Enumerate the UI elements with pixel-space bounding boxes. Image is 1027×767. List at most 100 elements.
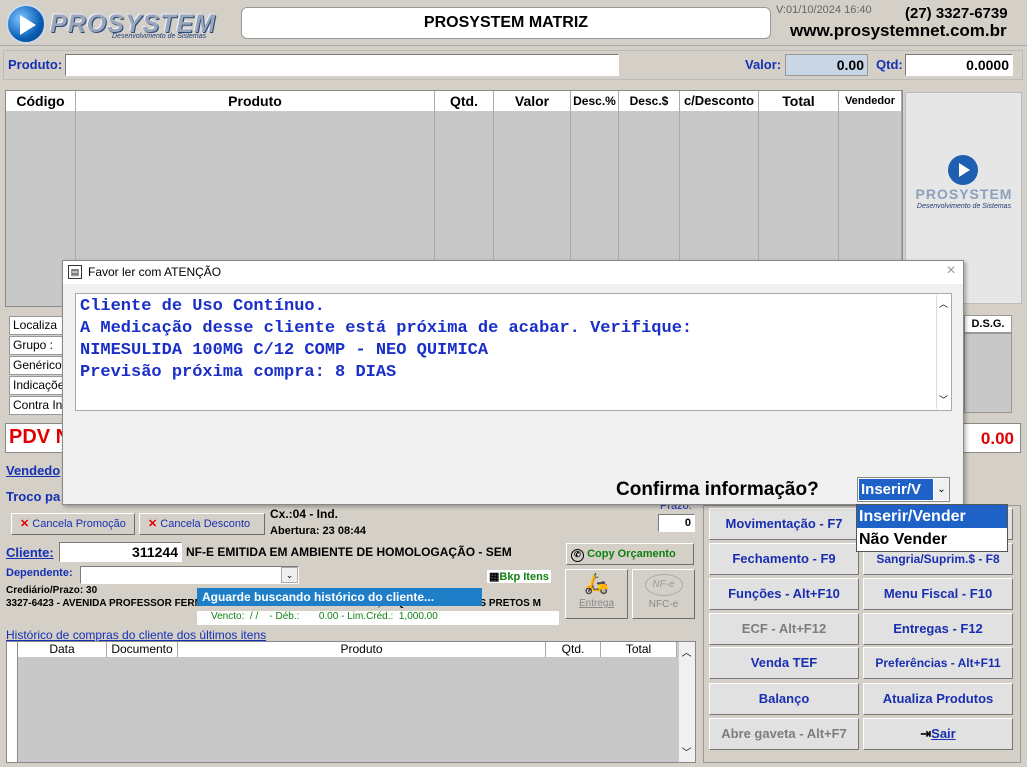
- nfe-icon: NF-e: [644, 574, 683, 596]
- vendedor-label: Vendedo: [6, 463, 61, 478]
- chevron-down-icon[interactable]: ⌄: [934, 479, 949, 500]
- row-indicator: [7, 642, 18, 762]
- preferencias-button[interactable]: Preferências - Alt+F11: [863, 647, 1013, 679]
- store-title: PROSYSTEM MATRIZ: [241, 7, 771, 39]
- col-codigo: Código: [6, 91, 76, 111]
- entregas-button[interactable]: Entregas - F12: [863, 613, 1013, 645]
- x-icon: ✕: [148, 518, 158, 530]
- col-total: Total: [759, 91, 839, 111]
- balanco-button[interactable]: Balanço: [709, 683, 859, 715]
- entrega-button[interactable]: 🛵 Entrega: [565, 569, 628, 619]
- historico-title: Histórico de compras do cliente dos últi…: [6, 628, 267, 642]
- pdv-total: 0.00: [980, 429, 1014, 448]
- whatsapp-icon: ✆: [571, 549, 584, 562]
- vencto-line: Vencto: / / - Déb.: 0.00 - Lim.Créd.: 1,…: [197, 611, 559, 625]
- message-memo[interactable]: Cliente de Uso Contínuo. A Medicação des…: [75, 293, 952, 411]
- dependente-label: Dependente:: [6, 567, 73, 579]
- pdv-label: PDV N: [9, 426, 71, 448]
- option-inserir-vender[interactable]: Inserir/Vender: [857, 505, 1007, 528]
- cliente-code-input[interactable]: 311244: [59, 542, 182, 562]
- cancel-desc-label: Cancela Desconto: [160, 518, 251, 530]
- hist-col-qtd: Qtd.: [546, 642, 601, 657]
- qtd-label: Qtd:: [876, 57, 903, 72]
- cancel-promo-label: Cancela Promoção: [32, 518, 126, 530]
- prazo-input[interactable]: 0: [658, 514, 695, 532]
- attention-dialog: Favor ler com ATENÇÃO ▤ × Cliente de Uso…: [62, 260, 964, 505]
- confirm-select-value: Inserir/V: [859, 479, 933, 500]
- col-qtd: Qtd.: [435, 91, 494, 111]
- col-valor: Valor: [494, 91, 571, 111]
- app-icon: ▤: [68, 265, 82, 279]
- side-logo-sub: Desenvolvimento de Sistemas: [916, 203, 1012, 210]
- nfe-message: NF-E EMITIDA EM AMBIENTE DE HOMOLOGAÇÃO …: [186, 545, 512, 559]
- nfce-button[interactable]: NF-e NFC-e: [632, 569, 695, 619]
- produto-label: Produto:: [8, 57, 63, 72]
- abertura-label: Abertura: 23 08:44: [270, 525, 366, 537]
- ecf-button[interactable]: ECF - Alt+F12: [709, 613, 859, 645]
- copy-orcamento-label: Copy Orçamento: [587, 548, 676, 560]
- dependente-select[interactable]: [80, 566, 299, 584]
- valor-label: Valor:: [745, 57, 782, 72]
- logo-subtitle: Desenvolvimento de Sistemas: [112, 33, 207, 40]
- sair-button[interactable]: ⇥Sair: [863, 718, 1013, 750]
- delivery-icon: 🛵: [584, 573, 609, 595]
- play-icon: [20, 15, 36, 35]
- cancel-promo-button[interactable]: ✕ Cancela Promoção: [11, 513, 135, 535]
- exit-door-icon: ⇥: [920, 726, 932, 741]
- confirm-label: Confirma informação?: [616, 479, 819, 500]
- localizacao-label: Localiza: [9, 316, 65, 335]
- menu-fiscal-button[interactable]: Menu Fiscal - F10: [863, 578, 1013, 610]
- version-label: V:01/10/2024 16:40: [776, 4, 872, 16]
- grupo-label: Grupo :: [9, 336, 65, 355]
- side-logo-text: PROSYSTEM: [915, 186, 1013, 202]
- option-nao-vender[interactable]: Não Vender: [857, 529, 1007, 551]
- abre-gaveta-button[interactable]: Abre gaveta - Alt+F7: [709, 718, 859, 750]
- venda-tef-button[interactable]: Venda TEF: [709, 647, 859, 679]
- crediario-label: Crediário/Prazo: 30: [6, 585, 98, 596]
- entrega-label: Entrega: [578, 598, 615, 609]
- copy-orcamento-button[interactable]: ✆ Copy Orçamento: [566, 543, 694, 565]
- movimentacao-button[interactable]: Movimentação - F7: [709, 508, 859, 540]
- sair-label: Sair: [931, 726, 956, 741]
- grid-icon: ▦: [489, 571, 500, 583]
- fechamento-button[interactable]: Fechamento - F9: [709, 543, 859, 575]
- col-desc-val: Desc.$: [619, 91, 680, 111]
- scroll-down-icon[interactable]: ﹀: [936, 393, 951, 406]
- contra-indicacoes-label: Contra In: [9, 396, 65, 415]
- hist-col-data: Data: [18, 642, 107, 657]
- qtd-input[interactable]: 0.0000: [905, 54, 1013, 76]
- hist-col-documento: Documento: [107, 642, 178, 657]
- col-desc-pct: Desc.%: [571, 91, 619, 111]
- funcoes-button[interactable]: Funções - Alt+F10: [709, 578, 859, 610]
- indicacoes-label: Indicaçõe: [9, 376, 65, 395]
- dsg-header: D.S.G.: [964, 315, 1012, 333]
- produto-input[interactable]: [65, 54, 619, 76]
- hist-col-produto: Produto: [178, 642, 546, 657]
- loading-status: Aguarde buscando histórico do cliente...: [197, 588, 482, 606]
- troco-label: Troco pa: [6, 489, 61, 504]
- caixa-label: Cx.:04 - Ind.: [270, 507, 339, 521]
- scroll-up-icon[interactable]: ︿: [678, 644, 695, 659]
- website: www.prosystemnet.com.br: [790, 21, 1007, 40]
- scroll-up-icon[interactable]: ︿: [936, 297, 951, 310]
- dialog-title: Favor ler com ATENÇÃO: [88, 265, 222, 279]
- x-icon: ✕: [20, 518, 30, 530]
- valor-field[interactable]: 0.00: [785, 54, 868, 76]
- col-produto: Produto: [76, 91, 435, 111]
- cancel-desc-button[interactable]: ✕ Cancela Desconto: [139, 513, 265, 535]
- historico-grid[interactable]: [6, 641, 696, 763]
- bkp-itens-label: Bkp Itens: [499, 571, 549, 583]
- memo-scrollbar[interactable]: [936, 295, 951, 409]
- atualiza-produtos-button[interactable]: Atualiza Produtos: [863, 683, 1013, 715]
- cliente-label: Cliente:: [6, 545, 54, 560]
- hist-col-total: Total: [601, 642, 677, 657]
- generico-label: Genérico: [9, 356, 65, 375]
- scroll-down-icon[interactable]: ﹀: [678, 744, 695, 759]
- col-c-desconto: c/Desconto: [680, 91, 759, 111]
- close-icon[interactable]: ×: [941, 262, 961, 280]
- bkp-itens-button[interactable]: ▦Bkp Itens: [487, 570, 551, 583]
- dialog-titlebar: Favor ler com ATENÇÃO: [63, 261, 963, 284]
- dsg-grid: [964, 333, 1012, 413]
- chevron-down-icon[interactable]: ⌄: [281, 567, 298, 583]
- play-icon: [959, 163, 970, 177]
